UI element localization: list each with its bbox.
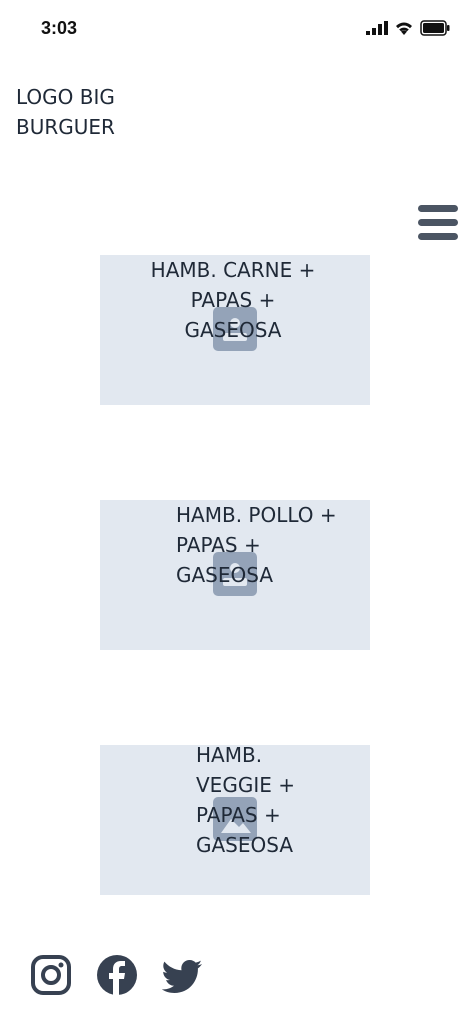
status-time: 3:03 — [41, 18, 78, 38]
status-bar: 3:03 — [0, 0, 470, 60]
logo-line-1: LOGO BIG — [16, 85, 115, 109]
product-card-veggie[interactable]: HAMB. VEGGIE + PAPAS + GASEOSA — [100, 743, 370, 895]
product-title: HAMB. POLLO + PAPAS + GASEOSA — [176, 503, 337, 587]
facebook-icon[interactable] — [96, 952, 138, 998]
battery-icon — [420, 20, 450, 36]
signal-icon — [366, 21, 388, 35]
hamburger-menu-icon — [418, 205, 458, 212]
product-title: HAMB. VEGGIE + PAPAS + GASEOSA — [196, 743, 295, 857]
logo-line-2: BURGUER — [16, 115, 115, 139]
logo[interactable]: LOGO BIG BURGUER — [16, 82, 115, 142]
hamburger-menu-button[interactable] — [418, 205, 462, 245]
twitter-icon[interactable] — [162, 952, 204, 998]
product-card-pollo[interactable]: HAMB. POLLO + PAPAS + GASEOSA — [100, 500, 370, 650]
wifi-icon — [396, 22, 412, 35]
social-links — [30, 952, 204, 998]
product-title: HAMB. CARNE + PAPAS + GASEOSA — [150, 258, 316, 342]
product-card-carne[interactable]: HAMB. CARNE + PAPAS + GASEOSA — [100, 255, 370, 405]
status-icons — [366, 20, 450, 36]
instagram-icon[interactable] — [30, 952, 72, 998]
